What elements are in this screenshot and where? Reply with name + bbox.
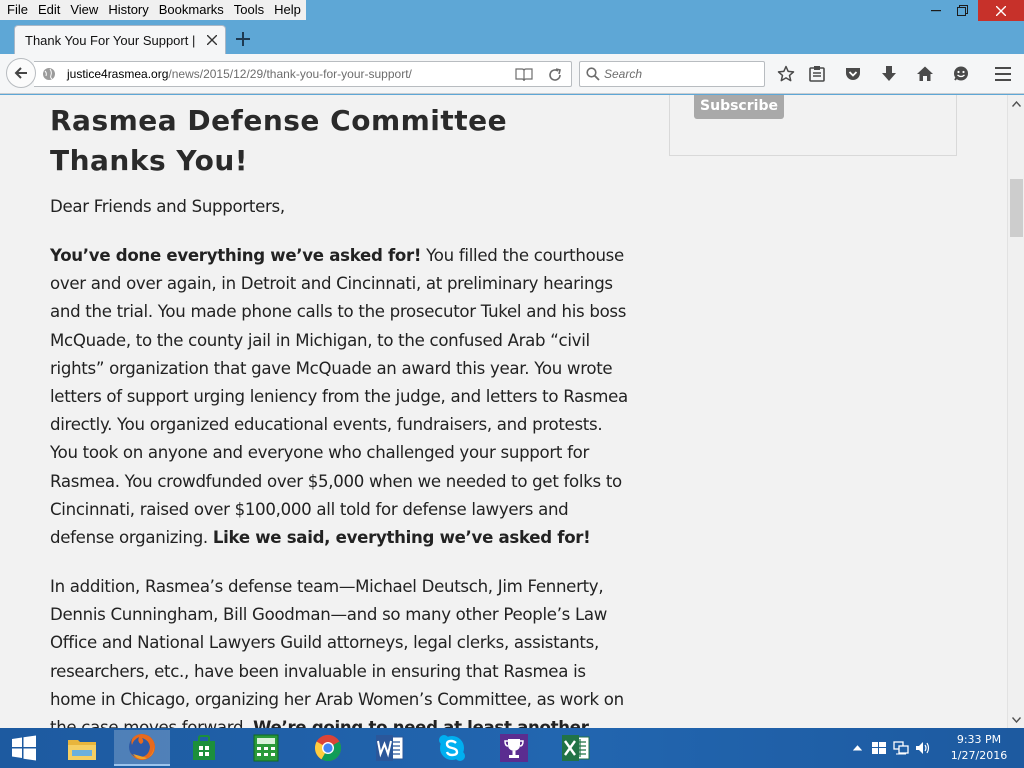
tab-title: Thank You For Your Support | ... (25, 33, 197, 48)
page-content: Rasmea Defense Committee Thanks You! Dea… (0, 95, 1007, 728)
clock-date: 1/27/2016 (950, 749, 1008, 762)
navigation-toolbar: justice4rasmea.org/news/2015/12/29/thank… (0, 54, 1024, 94)
folder-icon (68, 740, 96, 760)
subscribe-button[interactable]: Subscribe (694, 95, 784, 119)
article-paragraph: You’ve done everything we’ve asked for! … (50, 242, 630, 552)
excel-icon (562, 735, 590, 761)
bold-closing: Like we said, everything we’ve asked for… (212, 528, 591, 548)
paragraph-text: In addition, Rasmea’s defense team—Micha… (50, 577, 624, 728)
chevron-up-icon (852, 745, 862, 751)
close-window-button[interactable] (978, 0, 1024, 21)
globe-icon (43, 68, 55, 80)
chat-smiley-icon (954, 66, 968, 81)
restore-icon (956, 4, 968, 16)
scroll-up-button[interactable] (1008, 95, 1024, 112)
volume-button[interactable] (912, 728, 934, 768)
home-icon (917, 66, 933, 81)
article-greeting: Dear Friends and Supporters, (50, 197, 285, 216)
speaker-icon (916, 742, 930, 754)
chrome-icon (314, 734, 342, 762)
scroll-down-button[interactable] (1008, 711, 1024, 728)
bold-lead: You’ve done everything we’ve asked for! (50, 246, 422, 265)
close-icon (206, 34, 218, 46)
taskbar-calculator[interactable] (238, 730, 294, 766)
article-headline: Rasmea Defense Committee Thanks You! (50, 104, 508, 177)
hamburger-menu-icon (995, 67, 1011, 81)
taskbar-chrome[interactable] (300, 730, 356, 766)
article-paragraph: In addition, Rasmea’s defense team—Micha… (50, 573, 630, 728)
back-button[interactable] (6, 58, 36, 88)
taskbar-trophy-app[interactable] (486, 730, 542, 766)
bookmarks-menu-button[interactable] (807, 64, 827, 84)
hello-button[interactable] (951, 64, 971, 84)
clock-time: 9:33 PM (956, 733, 1002, 746)
open-menu-button[interactable] (993, 64, 1013, 84)
show-hidden-icons-button[interactable] (846, 728, 868, 768)
taskbar-word[interactable] (362, 730, 418, 766)
menu-history[interactable]: History (103, 0, 153, 20)
chevron-down-icon (1012, 716, 1021, 723)
chevron-up-icon (1012, 100, 1021, 107)
taskbar-store[interactable] (176, 730, 232, 766)
windows-logo-icon (12, 735, 36, 761)
reader-view-icon[interactable] (515, 68, 533, 82)
firefox-icon (129, 734, 155, 760)
url-domain: justice4rasmea.org (67, 67, 169, 81)
menu-file[interactable]: File (2, 0, 33, 20)
trophy-icon (500, 734, 528, 762)
store-bag-icon (193, 735, 215, 760)
tab-active[interactable]: Thank You For Your Support | ... (14, 25, 226, 55)
window-titlebar: File Edit View History Bookmarks Tools H… (0, 0, 1024, 22)
menu-edit[interactable]: Edit (33, 0, 65, 20)
new-tab-button[interactable] (232, 28, 254, 50)
menu-tools[interactable]: Tools (229, 0, 269, 20)
tab-strip: Thank You For Your Support | ... (0, 22, 1024, 55)
taskbar-skype[interactable] (424, 730, 480, 766)
reload-icon[interactable] (547, 67, 563, 83)
network-icon (893, 741, 909, 755)
downloads-button[interactable] (879, 64, 899, 84)
close-icon (996, 5, 1006, 16)
paragraph-text: You filled the courthouse over and over … (50, 246, 628, 548)
start-button[interactable] (0, 728, 48, 768)
download-arrow-icon (882, 66, 896, 81)
menu-bar: File Edit View History Bookmarks Tools H… (0, 0, 306, 20)
search-icon (586, 67, 600, 81)
taskbar-firefox[interactable] (114, 730, 170, 766)
windows-flag-icon (872, 742, 886, 754)
menu-help[interactable]: Help (269, 0, 306, 20)
minimize-icon (931, 10, 941, 12)
arrow-left-icon (14, 67, 27, 79)
url-path: /news/2015/12/29/thank-you-for-your-supp… (168, 67, 412, 81)
scrollbar-thumb[interactable] (1010, 179, 1023, 237)
subscribe-widget: Subscribe (669, 95, 957, 156)
clipboard-icon (809, 66, 825, 82)
tab-close-button[interactable] (206, 33, 218, 49)
bookmark-star-button[interactable] (776, 64, 796, 84)
windows-tray-button[interactable] (868, 728, 890, 768)
taskbar-excel[interactable] (548, 730, 604, 766)
word-icon (376, 735, 404, 761)
menu-view[interactable]: View (65, 0, 103, 20)
url-bar[interactable]: justice4rasmea.org/news/2015/12/29/thank… (34, 61, 572, 87)
home-button[interactable] (915, 64, 935, 84)
taskbar-file-explorer[interactable] (54, 730, 110, 766)
system-tray (846, 728, 934, 768)
calculator-icon (253, 734, 279, 762)
vertical-scrollbar[interactable] (1007, 95, 1024, 728)
pocket-button[interactable] (843, 64, 863, 84)
star-icon (777, 65, 795, 82)
windows-taskbar: 9:33 PM 1/27/2016 (0, 728, 1024, 768)
menu-bookmarks[interactable]: Bookmarks (154, 0, 229, 20)
pocket-icon (846, 68, 860, 80)
skype-icon (439, 735, 465, 761)
search-bar[interactable] (579, 61, 765, 87)
search-input[interactable] (604, 65, 760, 83)
plus-icon (236, 32, 250, 46)
taskbar-clock[interactable]: 9:33 PM 1/27/2016 (944, 732, 1014, 764)
network-button[interactable] (890, 728, 912, 768)
url-text: justice4rasmea.org/news/2015/12/29/thank… (67, 67, 412, 81)
restore-button[interactable] (946, 0, 978, 20)
